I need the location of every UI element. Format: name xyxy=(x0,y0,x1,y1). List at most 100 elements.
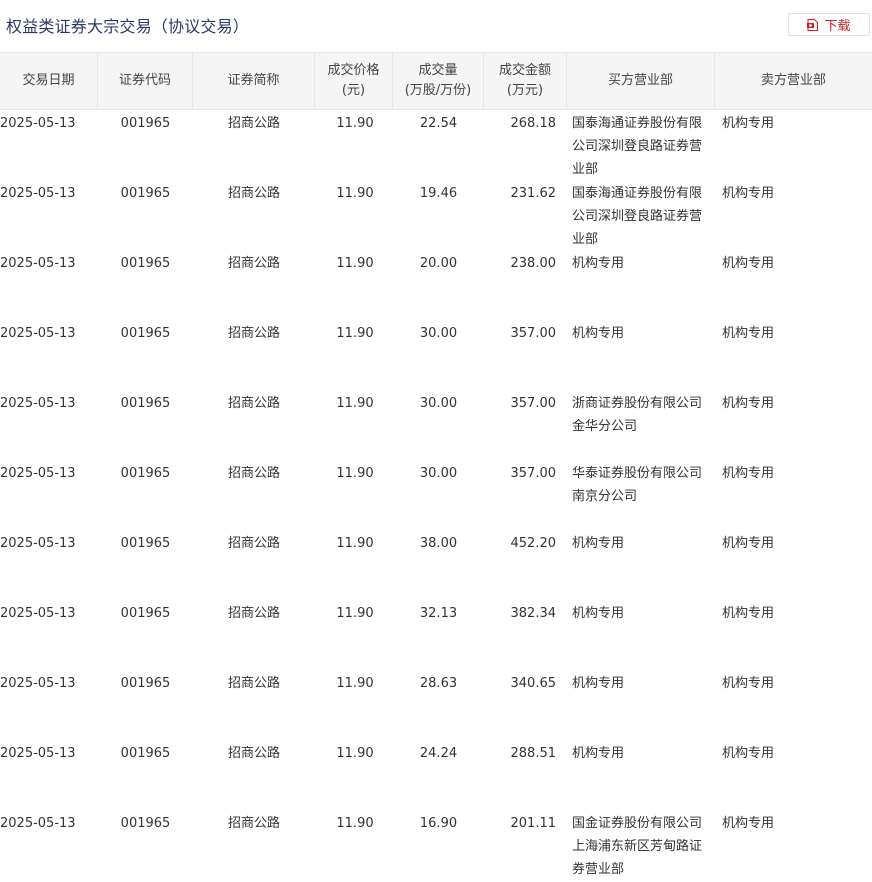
column-header-volume: 成交量 (万股/万份) xyxy=(393,53,484,109)
cell-amount: 340.65 xyxy=(510,676,557,691)
table-row: 2025-05-13 001965 招商公路 11.90 20.00 238.0… xyxy=(0,250,872,320)
cell-price: 11.90 xyxy=(336,186,374,201)
cell-volume: 24.24 xyxy=(419,746,458,761)
cell-seller: 机构专用 xyxy=(722,116,775,131)
cell-buyer: 国泰海通证券股份有限公司深圳登良路证券营业部 xyxy=(572,186,703,247)
column-header-date: 交易日期 xyxy=(0,53,98,109)
table-row: 2025-05-13 001965 招商公路 11.90 19.46 231.6… xyxy=(0,180,872,250)
table-row: 2025-05-13 001965 招商公路 11.90 30.00 357.0… xyxy=(0,320,872,390)
download-button[interactable]: 下载 xyxy=(788,13,870,36)
cell-volume: 30.00 xyxy=(419,396,458,411)
cell-price: 11.90 xyxy=(336,816,374,831)
table-row: 2025-05-13 001965 招商公路 11.90 22.54 268.1… xyxy=(0,110,872,180)
column-header-name: 证券简称 xyxy=(193,53,315,109)
cell-seller: 机构专用 xyxy=(722,396,775,411)
cell-price: 11.90 xyxy=(336,326,374,341)
table-row: 2025-05-13 001965 招商公路 11.90 30.00 357.0… xyxy=(0,460,872,530)
cell-seller: 机构专用 xyxy=(722,536,775,551)
column-header-seller: 卖方营业部 xyxy=(760,73,826,88)
cell-date: 2025-05-13 xyxy=(0,256,76,271)
table-row: 2025-05-13 001965 招商公路 11.90 16.90 201.1… xyxy=(0,810,872,880)
cell-name: 招商公路 xyxy=(227,746,280,761)
cell-price: 11.90 xyxy=(336,606,374,621)
cell-code: 001965 xyxy=(120,186,171,201)
cell-date: 2025-05-13 xyxy=(0,816,76,831)
cell-amount: 201.11 xyxy=(510,816,557,831)
cell-volume: 16.90 xyxy=(419,816,458,831)
cell-seller: 机构专用 xyxy=(722,816,775,831)
cell-buyer: 机构专用 xyxy=(572,606,625,621)
cell-buyer: 浙商证券股份有限公司金华分公司 xyxy=(572,396,703,434)
cell-buyer: 机构专用 xyxy=(572,676,625,691)
cell-price: 11.90 xyxy=(336,676,374,691)
cell-date: 2025-05-13 xyxy=(0,186,76,201)
cell-amount: 357.00 xyxy=(510,396,557,411)
column-header-buyer: 买方营业部 xyxy=(567,53,715,109)
cell-code: 001965 xyxy=(120,816,171,831)
cell-volume: 19.46 xyxy=(419,186,458,201)
cell-name: 招商公路 xyxy=(227,326,280,341)
cell-name: 招商公路 xyxy=(227,396,280,411)
cell-name: 招商公路 xyxy=(227,116,280,131)
cell-amount: 452.20 xyxy=(510,536,557,551)
cell-seller: 机构专用 xyxy=(722,746,775,761)
cell-seller: 机构专用 xyxy=(722,256,775,271)
cell-seller: 机构专用 xyxy=(722,326,775,341)
cell-name: 招商公路 xyxy=(227,676,280,691)
cell-buyer: 机构专用 xyxy=(572,536,625,551)
cell-amount: 238.00 xyxy=(510,256,557,271)
column-header-code: 证券代码 xyxy=(98,53,193,109)
block-trade-table: 交易日期 证券代码 证券简称 成交价格 (元) 成交量 (万股/万份) 成交金额… xyxy=(0,52,872,880)
cell-price: 11.90 xyxy=(336,746,374,761)
cell-volume: 30.00 xyxy=(419,466,458,481)
cell-volume: 30.00 xyxy=(419,326,458,341)
table-row: 2025-05-13 001965 招商公路 11.90 32.13 382.3… xyxy=(0,600,872,670)
cell-name: 招商公路 xyxy=(227,816,280,831)
cell-amount: 268.18 xyxy=(510,116,557,131)
cell-date: 2025-05-13 xyxy=(0,326,76,341)
cell-buyer: 机构专用 xyxy=(572,256,625,271)
cell-seller: 机构专用 xyxy=(722,606,775,621)
cell-volume: 20.00 xyxy=(419,256,458,271)
cell-price: 11.90 xyxy=(336,536,374,551)
pdf-download-icon xyxy=(807,18,819,31)
cell-amount: 231.62 xyxy=(510,186,557,201)
table-row: 2025-05-13 001965 招商公路 11.90 24.24 288.5… xyxy=(0,740,872,810)
cell-volume: 22.54 xyxy=(419,116,458,131)
table-row: 2025-05-13 001965 招商公路 11.90 28.63 340.6… xyxy=(0,670,872,740)
cell-date: 2025-05-13 xyxy=(0,396,76,411)
cell-code: 001965 xyxy=(120,396,171,411)
cell-name: 招商公路 xyxy=(227,256,280,271)
cell-seller: 机构专用 xyxy=(722,676,775,691)
cell-date: 2025-05-13 xyxy=(0,466,76,481)
cell-code: 001965 xyxy=(120,606,171,621)
cell-price: 11.90 xyxy=(336,466,374,481)
table-row: 2025-05-13 001965 招商公路 11.90 38.00 452.2… xyxy=(0,530,872,600)
cell-buyer: 国泰海通证券股份有限公司深圳登良路证券营业部 xyxy=(572,116,703,177)
cell-code: 001965 xyxy=(120,746,171,761)
cell-date: 2025-05-13 xyxy=(0,606,76,621)
cell-name: 招商公路 xyxy=(227,536,280,551)
cell-date: 2025-05-13 xyxy=(0,676,76,691)
cell-buyer: 华泰证券股份有限公司南京分公司 xyxy=(572,466,703,504)
cell-seller: 机构专用 xyxy=(722,466,775,481)
cell-volume: 32.13 xyxy=(419,606,458,621)
cell-code: 001965 xyxy=(120,676,171,691)
table-row: 2025-05-13 001965 招商公路 11.90 30.00 357.0… xyxy=(0,390,872,460)
cell-volume: 28.63 xyxy=(419,676,458,691)
cell-amount: 357.00 xyxy=(510,326,557,341)
cell-name: 招商公路 xyxy=(227,466,280,481)
cell-price: 11.90 xyxy=(336,116,374,131)
cell-amount: 357.00 xyxy=(510,466,557,481)
cell-date: 2025-05-13 xyxy=(0,536,76,551)
table-header: 交易日期 证券代码 证券简称 成交价格 (元) 成交量 (万股/万份) 成交金额… xyxy=(0,52,872,110)
cell-code: 001965 xyxy=(120,116,171,131)
download-label: 下载 xyxy=(824,19,851,34)
column-header-amount: 成交金额 (万元) xyxy=(484,53,567,109)
cell-code: 001965 xyxy=(120,256,171,271)
cell-date: 2025-05-13 xyxy=(0,746,76,761)
cell-amount: 288.51 xyxy=(510,746,557,761)
cell-name: 招商公路 xyxy=(227,606,280,621)
cell-seller: 机构专用 xyxy=(722,186,775,201)
column-header-price: 成交价格 (元) xyxy=(315,53,393,109)
